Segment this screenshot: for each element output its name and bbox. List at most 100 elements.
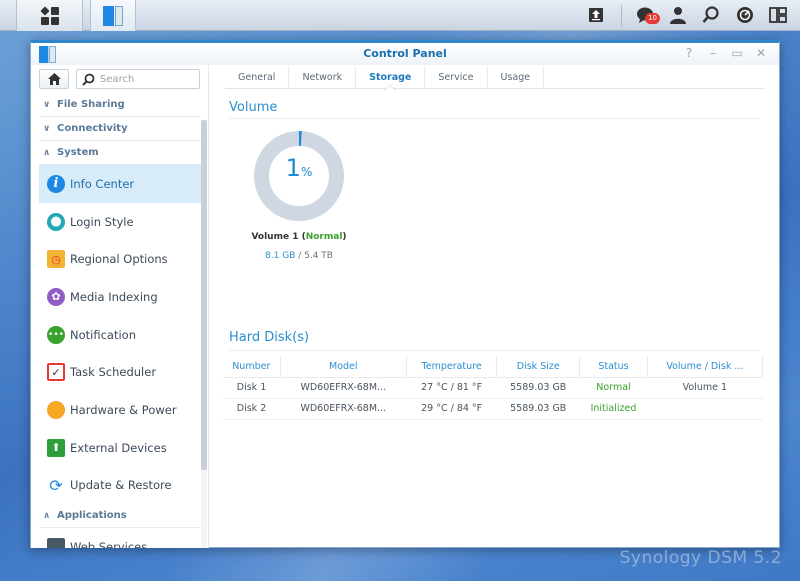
sidebar-item-label: Notification bbox=[70, 327, 136, 342]
upload-icon bbox=[589, 8, 603, 22]
user-icon bbox=[670, 7, 686, 24]
hard-disks-section-title: Hard Disk(s) bbox=[229, 330, 310, 345]
upload-button[interactable] bbox=[585, 4, 607, 26]
minimize-button[interactable]: – bbox=[706, 46, 720, 60]
tab-network[interactable]: Network bbox=[289, 67, 357, 89]
volume-section-title: Volume bbox=[229, 100, 278, 115]
grid-icon bbox=[39, 5, 59, 25]
volume-name: Volume 1 (Normal) bbox=[251, 232, 347, 242]
sidebar-item-label: Info Center bbox=[70, 176, 135, 191]
category-file-sharing[interactable]: ∨ File Sharing bbox=[39, 93, 201, 117]
column-header-status[interactable]: Status bbox=[579, 356, 648, 378]
film-reel-icon: ✿ bbox=[47, 287, 65, 306]
close-button[interactable]: ✕ bbox=[754, 46, 768, 60]
sidebar-item-login-style[interactable]: ● Login Style bbox=[39, 203, 201, 241]
category-label: Connectivity bbox=[57, 123, 128, 134]
sidebar: ∨ File Sharing ∨ Connectivity ∧ System i… bbox=[31, 65, 209, 548]
section-divider bbox=[229, 350, 759, 351]
cell-model: WD60EFRX-68M... bbox=[280, 377, 407, 399]
maximize-button[interactable]: ▭ bbox=[730, 46, 744, 60]
sidebar-item-label: Hardware & Power bbox=[70, 402, 177, 417]
notification-badge: 10 bbox=[645, 13, 660, 24]
table-row[interactable]: Disk 1 WD60EFRX-68M... 27 °C / 81 °F 558… bbox=[223, 377, 763, 399]
category-system[interactable]: ∧ System bbox=[39, 141, 201, 165]
scrollbar-thumb[interactable] bbox=[201, 120, 207, 470]
usage-number: 1 bbox=[285, 154, 301, 182]
cell-status: Normal bbox=[579, 377, 648, 399]
sidebar-item-info-center[interactable]: i Info Center bbox=[39, 165, 201, 203]
main-menu-button[interactable] bbox=[16, 0, 83, 31]
category-applications[interactable]: ∧ Applications bbox=[39, 504, 201, 529]
lightbulb-icon bbox=[47, 400, 65, 419]
sidebar-scrollbar[interactable] bbox=[201, 120, 207, 548]
tab-storage[interactable]: Storage bbox=[356, 67, 426, 89]
category-connectivity[interactable]: ∨ Connectivity bbox=[39, 117, 201, 141]
hard-disks-table: Number Model Temperature Disk Size Statu… bbox=[223, 356, 764, 420]
volume-usage-percent: 1% bbox=[246, 154, 352, 182]
chat-bubble-icon: ••• bbox=[47, 325, 65, 344]
taskbar-separator bbox=[621, 5, 622, 26]
table-header-row: Number Model Temperature Disk Size Statu… bbox=[223, 356, 764, 378]
chevron-down-icon: ∨ bbox=[43, 123, 51, 134]
column-header-disk-size[interactable]: Disk Size bbox=[496, 356, 581, 378]
cell-number: Disk 1 bbox=[223, 377, 281, 399]
sidebar-item-hardware-power[interactable]: Hardware & Power bbox=[39, 391, 201, 429]
cell-volume: Volume 1 bbox=[647, 377, 763, 399]
widgets-button[interactable] bbox=[767, 4, 789, 26]
synology-dsm-watermark: Synology DSM 5.2 bbox=[619, 548, 782, 568]
external-device-icon: ⬆ bbox=[47, 438, 65, 457]
home-button[interactable] bbox=[39, 69, 69, 89]
tab-service[interactable]: Service bbox=[425, 67, 488, 89]
tab-general[interactable]: General bbox=[225, 67, 290, 89]
category-label: System bbox=[57, 147, 99, 158]
search-icon bbox=[702, 6, 719, 23]
sidebar-item-label: Task Scheduler bbox=[70, 365, 157, 380]
search-button[interactable] bbox=[700, 4, 722, 26]
cell-disk-size: 5589.03 GB bbox=[496, 377, 580, 399]
sidebar-item-update-restore[interactable]: ⟳ Update & Restore bbox=[39, 467, 201, 505]
cell-status: Initialized bbox=[579, 398, 648, 420]
category-label: Applications bbox=[57, 510, 127, 522]
usage-unit: % bbox=[300, 165, 313, 179]
resource-monitor-icon bbox=[737, 7, 753, 23]
chevron-up-icon: ∧ bbox=[43, 510, 51, 521]
user-button[interactable] bbox=[667, 4, 689, 26]
sidebar-item-label: Login Style bbox=[70, 214, 134, 229]
control-panel-icon bbox=[103, 5, 123, 26]
chevron-down-icon: ∨ bbox=[43, 99, 51, 110]
resource-monitor-button[interactable] bbox=[734, 4, 756, 26]
sidebar-item-label: Regional Options bbox=[70, 252, 168, 267]
palette-icon: ● bbox=[47, 212, 65, 231]
help-button[interactable]: ? bbox=[682, 46, 696, 60]
column-header-number[interactable]: Number bbox=[223, 356, 281, 378]
sidebar-item-external-devices[interactable]: ⬆ External Devices bbox=[39, 429, 201, 467]
sidebar-item-task-scheduler[interactable]: ✓ Task Scheduler bbox=[39, 353, 201, 391]
cell-temperature: 29 °C / 84 °F bbox=[406, 398, 497, 420]
volume-capacity: 8.1 GB / 5.4 TB bbox=[231, 251, 367, 261]
sidebar-nav: ∨ File Sharing ∨ Connectivity ∧ System i… bbox=[31, 93, 201, 548]
search-input[interactable] bbox=[100, 73, 190, 85]
column-header-model[interactable]: Model bbox=[280, 356, 407, 378]
cell-model: WD60EFRX-68M... bbox=[280, 398, 407, 420]
window-title: Control Panel bbox=[363, 47, 447, 60]
column-header-volume-disk[interactable]: Volume / Disk ... bbox=[647, 356, 764, 378]
info-icon: i bbox=[47, 174, 65, 193]
sidebar-item-regional-options[interactable]: ◷ Regional Options bbox=[39, 240, 201, 278]
sidebar-item-notification[interactable]: ••• Notification bbox=[39, 316, 201, 354]
sidebar-item-label: Web Services bbox=[70, 540, 148, 548]
sidebar-item-label: Update & Restore bbox=[70, 478, 172, 493]
volume-status: Normal bbox=[305, 232, 343, 242]
search-icon bbox=[82, 73, 95, 86]
sidebar-search[interactable] bbox=[76, 69, 200, 89]
sidebar-item-media-indexing[interactable]: ✿ Media Indexing bbox=[39, 278, 201, 316]
column-header-temperature[interactable]: Temperature bbox=[406, 356, 498, 378]
tab-usage[interactable]: Usage bbox=[488, 67, 545, 89]
sidebar-item-label: External Devices bbox=[70, 440, 167, 455]
sidebar-item-web-services[interactable]: Web Services bbox=[39, 528, 201, 548]
window-titlebar[interactable]: Control Panel ? – ▭ ✕ bbox=[31, 43, 779, 65]
volume-total: 5.4 TB bbox=[304, 251, 333, 261]
widgets-icon bbox=[769, 7, 787, 23]
category-label: File Sharing bbox=[57, 99, 125, 110]
table-row[interactable]: Disk 2 WD60EFRX-68M... 29 °C / 84 °F 558… bbox=[223, 398, 763, 420]
taskbar-control-panel-button[interactable] bbox=[90, 0, 136, 31]
